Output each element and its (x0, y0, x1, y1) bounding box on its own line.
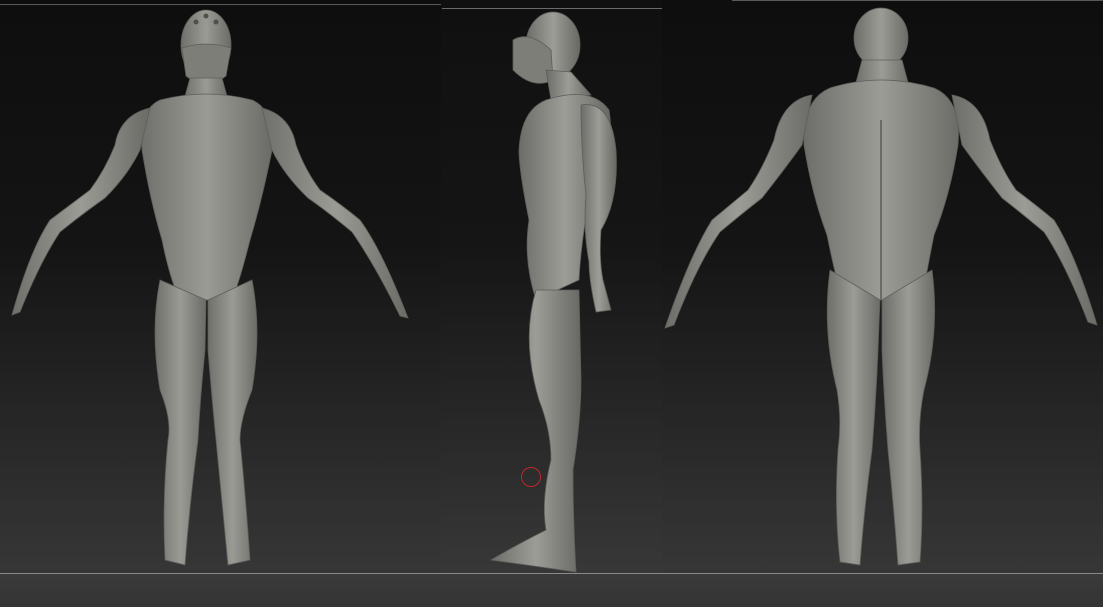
side-view-model[interactable] (441, 0, 662, 607)
back-view-panel[interactable] (662, 0, 1103, 607)
back-view-model[interactable] (662, 0, 1103, 607)
side-view-panel[interactable] (441, 0, 662, 607)
bottom-shelf (0, 574, 1103, 607)
front-view-model[interactable] (0, 0, 441, 607)
brush-circle-icon (521, 467, 541, 487)
front-view-panel[interactable] (0, 0, 441, 607)
